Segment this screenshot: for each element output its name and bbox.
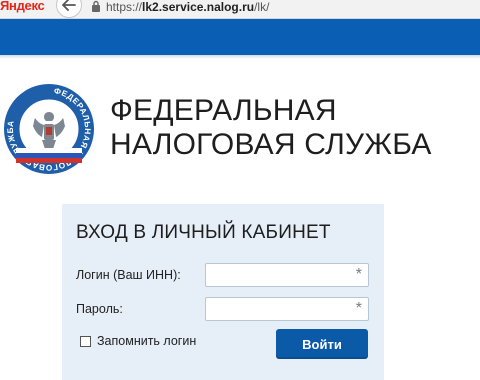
address-url[interactable]: https://lk2.service.nalog.ru/lk/ — [106, 0, 269, 14]
required-asterisk-icon: * — [355, 266, 362, 283]
back-button[interactable] — [56, 0, 82, 18]
login-button[interactable]: Войти — [276, 329, 368, 359]
header-band — [0, 19, 480, 59]
browser-address-bar: Яндекс https://lk2.service.nalog.ru/lk/ — [0, 0, 480, 19]
login-label: Логин (Ваш ИНН): — [76, 268, 181, 282]
remember-login-checkbox[interactable] — [80, 335, 91, 347]
fns-emblem-logo: ФЕДЕРАЛЬНАЯ НАЛОГОВАЯ СЛУЖБА — [4, 84, 94, 174]
arrow-left-icon — [62, 0, 76, 11]
login-input[interactable]: * — [205, 263, 369, 287]
browser-brand: Яндекс — [0, 0, 45, 13]
login-panel: ВХОД В ЛИЧНЫЙ КАБИНЕТ Логин (Ваш ИНН): *… — [62, 204, 384, 380]
organization-title-line2: НАЛОГОВАЯ СЛУЖБА — [110, 128, 432, 161]
login-panel-title: ВХОД В ЛИЧНЫЙ КАБИНЕТ — [76, 222, 331, 243]
password-label: Пароль: — [76, 302, 123, 316]
organization-title-line1: ФЕДЕРАЛЬНАЯ — [110, 94, 337, 127]
lock-icon — [92, 0, 100, 12]
remember-login-label: Запомнить логин — [97, 334, 197, 348]
remember-login[interactable]: Запомнить логин — [80, 334, 196, 348]
required-asterisk-icon: * — [355, 300, 362, 317]
organization-title: ФЕДЕРАЛЬНАЯ НАЛОГОВАЯ СЛУЖБА — [110, 94, 432, 162]
password-input[interactable]: * — [205, 297, 369, 321]
